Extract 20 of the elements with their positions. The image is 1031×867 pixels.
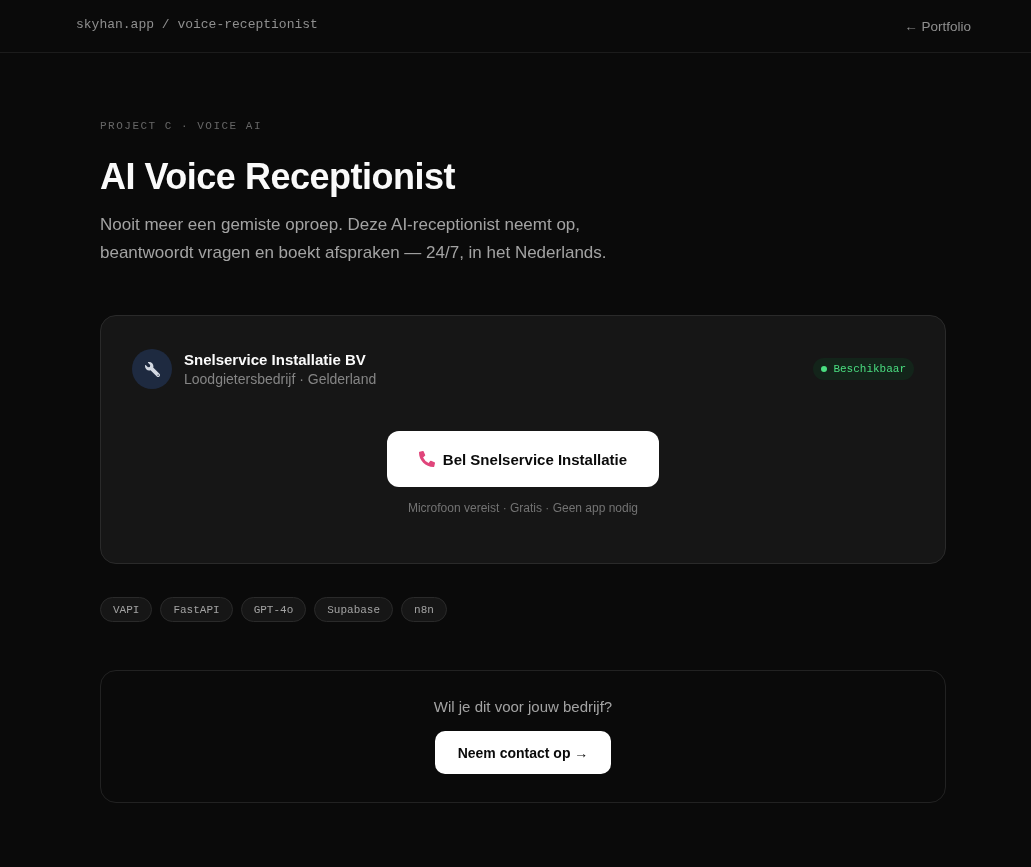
call-button[interactable]: Bel Snelservice Installatie bbox=[387, 431, 659, 487]
tech-tag: n8n bbox=[401, 597, 447, 622]
phone-icon bbox=[418, 451, 435, 467]
wrench-icon bbox=[132, 349, 172, 389]
breadcrumb: skyhan.app / voice-receptionist bbox=[76, 16, 318, 32]
eyebrow-label: PROJECT C · VOICE AI bbox=[100, 119, 264, 133]
page-title: AI Voice Receptionist bbox=[100, 155, 456, 199]
status-dot-icon bbox=[821, 366, 828, 372]
tech-tag: FastAPI bbox=[160, 597, 233, 622]
tech-tag: GPT-4o bbox=[240, 597, 307, 622]
tech-tag: Supabase bbox=[314, 597, 394, 622]
business-name: Snelservice Installatie BV bbox=[184, 351, 367, 368]
status-label: Beschikbaar bbox=[833, 363, 906, 375]
call-note: Microfoon vereist · Gratis · Geen app nodig bbox=[407, 501, 639, 515]
contact-button[interactable]: Neem contact op → bbox=[434, 731, 612, 774]
description: Nooit meer een gemiste oproep. Deze AI-receptionist neemt op, beantwoordt vragen en boekt afspraken — 24/7, in het Nederlands. bbox=[100, 214, 608, 264]
tech-tag: VAPI bbox=[100, 597, 153, 622]
cta-question: Wil je dit voor jouw bedrijf? bbox=[433, 698, 613, 715]
back-link[interactable]: ← Portfolio bbox=[904, 18, 971, 34]
business-details: Loodgietersbedrijf · Gelderland bbox=[184, 371, 378, 387]
